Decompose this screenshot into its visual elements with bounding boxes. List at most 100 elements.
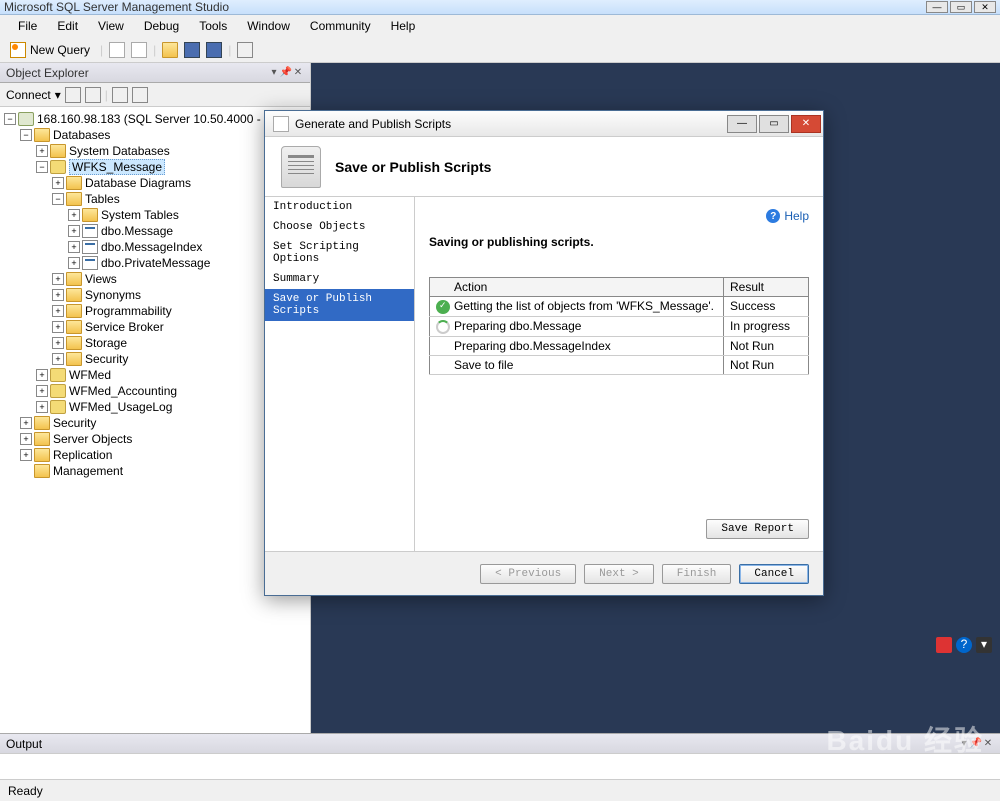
programmability-node[interactable]: Programmability bbox=[85, 304, 172, 318]
connect-button[interactable]: Connect bbox=[6, 88, 51, 102]
expand-icon[interactable]: + bbox=[20, 433, 32, 445]
expand-icon[interactable]: + bbox=[52, 305, 64, 317]
wizard-nav-introduction[interactable]: Introduction bbox=[265, 197, 414, 217]
panel-pin-icon[interactable]: 📌 bbox=[970, 738, 982, 750]
menu-debug[interactable]: Debug bbox=[136, 17, 187, 35]
diagrams-node[interactable]: Database Diagrams bbox=[85, 176, 191, 190]
wfks-message-db-node[interactable]: WFKS_Message bbox=[69, 159, 165, 175]
dialog-close-button[interactable]: ✕ bbox=[791, 115, 821, 133]
expand-icon[interactable]: + bbox=[68, 225, 80, 237]
wizard-nav-scripting-options[interactable]: Set Scripting Options bbox=[265, 237, 414, 269]
expand-icon[interactable]: + bbox=[68, 241, 80, 253]
cancel-button[interactable]: Cancel bbox=[739, 564, 809, 584]
server-security-node[interactable]: Security bbox=[53, 416, 96, 430]
finish-button[interactable]: Finish bbox=[662, 564, 732, 584]
output-title: Output bbox=[6, 737, 42, 751]
col-result[interactable]: Result bbox=[724, 278, 809, 297]
expand-icon[interactable]: − bbox=[36, 161, 48, 173]
dialog-maximize-button[interactable]: ▭ bbox=[759, 115, 789, 133]
panel-dropdown-icon[interactable]: ▾ bbox=[958, 738, 970, 750]
database-node[interactable]: WFMed_UsageLog bbox=[69, 400, 172, 414]
expand-icon[interactable]: + bbox=[52, 337, 64, 349]
expand-icon[interactable]: − bbox=[4, 113, 16, 125]
tray-icon[interactable]: ? bbox=[956, 637, 972, 653]
expand-icon[interactable]: + bbox=[36, 369, 48, 381]
menu-tools[interactable]: Tools bbox=[191, 17, 235, 35]
oe-toolbar-filter-icon[interactable] bbox=[112, 87, 128, 103]
db-security-node[interactable]: Security bbox=[85, 352, 128, 366]
oe-toolbar-refresh-icon[interactable] bbox=[132, 87, 148, 103]
expand-icon[interactable]: + bbox=[68, 209, 80, 221]
menu-file[interactable]: File bbox=[10, 17, 45, 35]
next-button[interactable]: Next > bbox=[584, 564, 654, 584]
panel-close-icon[interactable]: ✕ bbox=[982, 738, 994, 750]
table-node[interactable]: dbo.MessageIndex bbox=[101, 240, 202, 254]
wizard-nav-choose-objects[interactable]: Choose Objects bbox=[265, 217, 414, 237]
synonyms-node[interactable]: Synonyms bbox=[85, 288, 141, 302]
storage-node[interactable]: Storage bbox=[85, 336, 127, 350]
system-tables-node[interactable]: System Tables bbox=[101, 208, 179, 222]
expand-icon[interactable]: + bbox=[52, 177, 64, 189]
toolbar-save-icon[interactable] bbox=[184, 42, 200, 58]
table-node[interactable]: dbo.Message bbox=[101, 224, 173, 238]
menu-edit[interactable]: Edit bbox=[49, 17, 86, 35]
database-node[interactable]: WFMed_Accounting bbox=[69, 384, 177, 398]
tray-icon[interactable] bbox=[936, 637, 952, 653]
menu-help[interactable]: Help bbox=[383, 17, 424, 35]
connect-dropdown-icon[interactable]: ▾ bbox=[55, 88, 61, 102]
previous-button[interactable]: < Previous bbox=[480, 564, 576, 584]
minimize-button[interactable]: — bbox=[926, 1, 948, 13]
expand-icon[interactable]: + bbox=[52, 289, 64, 301]
help-link[interactable]: ?Help bbox=[766, 209, 809, 223]
save-report-button[interactable]: Save Report bbox=[706, 519, 809, 539]
col-action[interactable]: Action bbox=[430, 278, 724, 297]
dialog-title-bar[interactable]: Generate and Publish Scripts — ▭ ✕ bbox=[265, 111, 823, 137]
toolbar-saveall-icon[interactable] bbox=[206, 42, 222, 58]
toolbar-activity-icon[interactable] bbox=[237, 42, 253, 58]
system-databases-node[interactable]: System Databases bbox=[69, 144, 170, 158]
toolbar-open-icon[interactable] bbox=[162, 42, 178, 58]
panel-pin-icon[interactable]: 📌 bbox=[280, 67, 292, 79]
views-node[interactable]: Views bbox=[85, 272, 117, 286]
menu-window[interactable]: Window bbox=[239, 17, 298, 35]
wizard-nav-summary[interactable]: Summary bbox=[265, 269, 414, 289]
server-node[interactable]: 168.160.98.183 (SQL Server 10.50.4000 - … bbox=[37, 112, 281, 126]
wizard-nav-save-publish[interactable]: Save or Publish Scripts bbox=[265, 289, 414, 321]
tray-icon[interactable]: ▾ bbox=[976, 637, 992, 653]
close-button[interactable]: ✕ bbox=[974, 1, 996, 13]
expand-icon[interactable]: + bbox=[20, 417, 32, 429]
expand-icon[interactable]: + bbox=[68, 257, 80, 269]
expand-icon[interactable]: + bbox=[36, 385, 48, 397]
output-panel-header: Output ▾ 📌 ✕ bbox=[0, 733, 1000, 753]
dialog-minimize-button[interactable]: — bbox=[727, 115, 757, 133]
expand-icon[interactable]: + bbox=[52, 353, 64, 365]
databases-node[interactable]: Databases bbox=[53, 128, 110, 142]
expand-icon[interactable]: + bbox=[36, 401, 48, 413]
expand-icon[interactable]: + bbox=[36, 145, 48, 157]
title-bar: Microsoft SQL Server Management Studio —… bbox=[0, 0, 1000, 15]
replication-node[interactable]: Replication bbox=[53, 448, 112, 462]
menu-community[interactable]: Community bbox=[302, 17, 379, 35]
management-node[interactable]: Management bbox=[53, 464, 123, 478]
main-toolbar: New Query | | | bbox=[0, 37, 1000, 63]
expand-icon[interactable]: + bbox=[52, 273, 64, 285]
oe-toolbar-icon-1[interactable] bbox=[65, 87, 81, 103]
expand-icon[interactable]: − bbox=[52, 193, 64, 205]
database-node[interactable]: WFMed bbox=[69, 368, 111, 382]
service-broker-node[interactable]: Service Broker bbox=[85, 320, 164, 334]
panel-close-icon[interactable]: ✕ bbox=[292, 67, 304, 79]
expand-icon[interactable]: + bbox=[52, 321, 64, 333]
table-node[interactable]: dbo.PrivateMessage bbox=[101, 256, 210, 270]
expand-icon[interactable]: + bbox=[20, 449, 32, 461]
toolbar-icon-2[interactable] bbox=[131, 42, 147, 58]
toolbar-icon-1[interactable] bbox=[109, 42, 125, 58]
server-objects-node[interactable]: Server Objects bbox=[53, 432, 132, 446]
maximize-button[interactable]: ▭ bbox=[950, 1, 972, 13]
panel-dropdown-icon[interactable]: ▾ bbox=[268, 67, 280, 79]
oe-toolbar-icon-2[interactable] bbox=[85, 87, 101, 103]
expand-icon[interactable]: − bbox=[20, 129, 32, 141]
new-query-button[interactable]: New Query bbox=[6, 40, 94, 60]
menu-view[interactable]: View bbox=[90, 17, 132, 35]
output-panel-body[interactable] bbox=[0, 753, 1000, 779]
tables-node[interactable]: Tables bbox=[85, 192, 120, 206]
